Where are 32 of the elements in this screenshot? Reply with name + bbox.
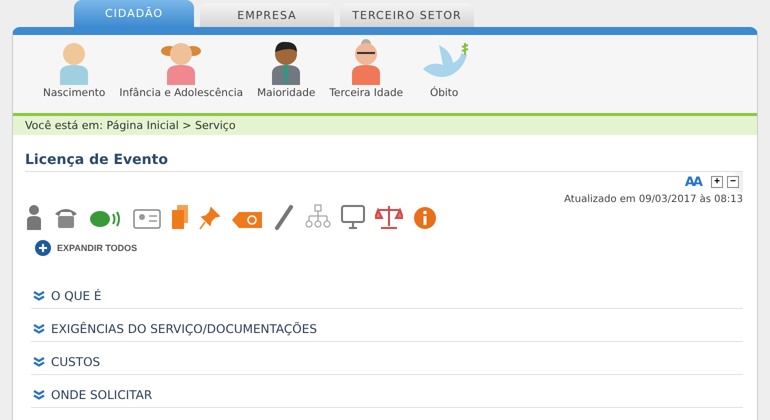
price-tag-icon[interactable] bbox=[231, 210, 263, 230]
id-card-icon[interactable] bbox=[133, 208, 161, 230]
section-header[interactable]: ONDE SOLICITAR bbox=[31, 375, 743, 408]
section-header[interactable]: O QUE É bbox=[31, 276, 743, 309]
category-link[interactable]: Maioridade bbox=[257, 39, 316, 113]
scales-icon[interactable] bbox=[375, 204, 403, 230]
updated-date: Atualizado em 09/03/2017 às 08:13 bbox=[564, 194, 743, 205]
decrease-font-button[interactable]: − bbox=[727, 176, 739, 188]
section-header[interactable]: EXIGÊNCIAS DO SERVIÇO/DOCUMENTAÇÕES bbox=[31, 309, 743, 342]
font-size-label: AA bbox=[684, 174, 701, 190]
documents-icon[interactable] bbox=[171, 204, 189, 230]
speech-icon[interactable] bbox=[89, 208, 123, 230]
increase-font-button[interactable]: + bbox=[711, 176, 723, 188]
category-link[interactable]: Nascimento bbox=[43, 39, 106, 113]
person-icon[interactable] bbox=[25, 204, 43, 230]
tab[interactable]: TERCEIRO SETOR bbox=[340, 3, 474, 27]
category-link[interactable]: Óbito bbox=[417, 39, 472, 113]
expand-all-button[interactable]: EXPANDIR TODOS bbox=[35, 240, 138, 256]
pushpin-icon[interactable] bbox=[199, 206, 221, 230]
section-header[interactable]: CUSTOS bbox=[31, 342, 743, 375]
double-chevron-icon bbox=[33, 291, 45, 301]
double-chevron-icon bbox=[33, 390, 45, 400]
double-chevron-icon bbox=[33, 324, 45, 334]
breadcrumb: Você está em: Página Inicial > Serviço bbox=[13, 116, 757, 135]
category-link[interactable]: Terceira Idade bbox=[329, 39, 404, 113]
monitor-icon[interactable] bbox=[341, 204, 365, 230]
category-link[interactable]: Infância e Adolescência bbox=[119, 39, 244, 113]
plus-icon bbox=[35, 240, 51, 256]
tab[interactable]: EMPRESA bbox=[200, 3, 334, 27]
info-icon[interactable] bbox=[413, 206, 437, 230]
double-chevron-icon bbox=[33, 357, 45, 367]
network-icon[interactable] bbox=[305, 204, 331, 230]
